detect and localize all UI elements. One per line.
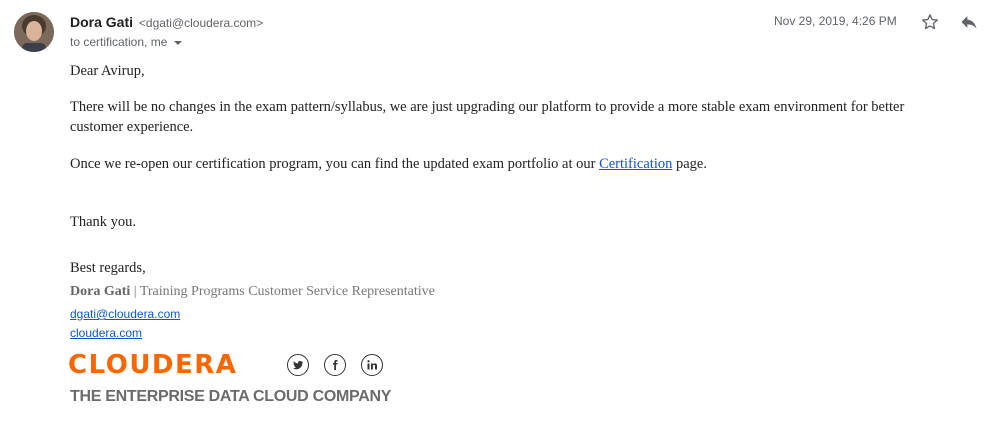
certification-link[interactable]: Certification — [599, 156, 672, 172]
thanks-text: Thank you. — [70, 214, 137, 230]
company-tagline: THE ENTERPRISE DATA CLOUD COMPANY — [70, 388, 392, 405]
recipients-toggle[interactable]: to certification, me — [70, 34, 183, 50]
signature-separator: | — [133, 284, 137, 299]
linkedin-glyph — [367, 360, 377, 370]
paragraph-2-text-start: Once we re-open our certification progra… — [70, 156, 600, 172]
paragraph-2: Once we re-open our certification progra… — [70, 154, 960, 174]
message-date: Nov 29, 2019, 4:26 PM — [774, 14, 897, 28]
star-icon[interactable] — [920, 12, 940, 32]
sender-email: <dgati@cloudera.com> — [138, 16, 264, 30]
avatar[interactable] — [14, 12, 54, 52]
facebook-glyph — [333, 360, 338, 370]
reply-icon[interactable] — [959, 12, 979, 32]
chevron-down-icon[interactable] — [174, 40, 183, 45]
cloudera-logo[interactable]: CLOUDERA — [68, 348, 237, 382]
signature-title: Training Programs Customer Service Repre… — [139, 284, 435, 299]
sender-name[interactable]: Dora Gati — [70, 14, 133, 30]
sender-line: Dora Gati <dgati@cloudera.com> — [70, 13, 263, 32]
signature-website-link[interactable]: cloudera.com — [70, 326, 142, 340]
recipients-text: to certification, me — [70, 35, 168, 49]
linkedin-icon[interactable] — [361, 354, 383, 376]
facebook-icon[interactable] — [324, 354, 346, 376]
greeting: Dear Avirup, — [70, 63, 145, 79]
paragraph-2-text-end: page. — [672, 156, 707, 172]
paragraph-1: There will be no changes in the exam pat… — [70, 99, 905, 135]
closing-text: Best regards, — [70, 260, 146, 276]
twitter-glyph — [293, 361, 304, 370]
signature-email-link[interactable]: dgati@cloudera.com — [70, 307, 180, 321]
signature-name: Dora Gati — [70, 284, 131, 299]
avatar-photo — [14, 12, 54, 52]
twitter-icon[interactable] — [287, 354, 309, 376]
signature-line: Dora Gati | Training Programs Customer S… — [70, 284, 435, 300]
